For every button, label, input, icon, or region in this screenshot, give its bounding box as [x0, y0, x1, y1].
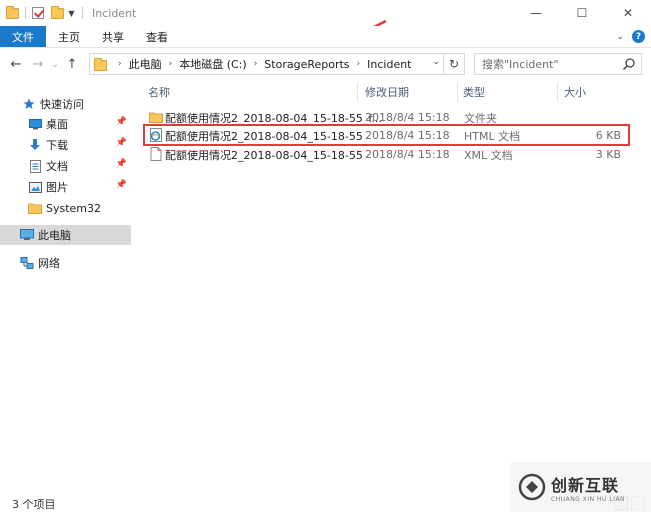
file-size: 3 KB: [595, 148, 621, 161]
sidebar-item-label: 桌面: [46, 118, 68, 131]
watermark: 创新互联 CHUANG XIN HU LIAN: [510, 462, 651, 512]
search-placeholder: 搜索"Incident": [482, 58, 559, 71]
window-title: Incident: [92, 6, 137, 20]
sidebar-item-downloads[interactable]: 下载 📌: [0, 135, 131, 155]
file-row-xml[interactable]: 配额使用情况2_2018-08-04_15-18-55 2018/8/4 15:…: [145, 145, 631, 164]
breadcrumb-separator-icon[interactable]: ›: [357, 59, 361, 69]
address-dropdown-icon[interactable]: ⌄: [432, 57, 440, 67]
breadcrumb-separator-icon[interactable]: ›: [169, 59, 173, 69]
picture-icon: [28, 180, 42, 194]
watermark-text-en: CHUANG XIN HU LIAN: [551, 495, 626, 503]
download-icon: [28, 138, 42, 152]
up-button[interactable]: ↑: [61, 53, 83, 75]
sidebar-item-label: System32: [46, 201, 102, 215]
breadcrumb-local-disk[interactable]: 本地磁盘 (C:): [179, 56, 246, 72]
folder-icon: [28, 201, 42, 215]
column-header-name[interactable]: 名称: [148, 82, 170, 102]
column-header-size[interactable]: 大小: [564, 82, 586, 102]
recent-locations-chevron-icon[interactable]: ⌄: [49, 53, 61, 75]
sidebar-item-label: 快速访问: [40, 98, 84, 111]
breadcrumb-this-pc[interactable]: 此电脑: [129, 56, 162, 72]
toolbar-separator: [82, 7, 83, 19]
sidebar-item-label: 下载: [46, 139, 68, 152]
ribbon-right-controls: ⌄ ?: [616, 30, 645, 43]
folder-icon: [6, 5, 19, 19]
column-separator[interactable]: [357, 82, 358, 102]
expand-ribbon-chevron-icon[interactable]: ⌄: [616, 32, 624, 42]
pin-icon[interactable]: 📌: [116, 159, 127, 169]
document-icon: [28, 159, 42, 173]
tab-home[interactable]: 主页: [46, 26, 91, 47]
customize-toolbar-dropdown-icon[interactable]: ▼: [67, 9, 76, 18]
xml-file-icon: [150, 147, 162, 161]
watermark-text-cn: 创新互联: [551, 475, 620, 495]
sidebar-item-label: 网络: [38, 257, 60, 270]
help-icon[interactable]: ?: [632, 30, 645, 43]
sidebar-item-documents[interactable]: 文档 📌: [0, 156, 131, 176]
sidebar-item-quick-access[interactable]: 快速访问: [0, 94, 131, 114]
file-date: 2018/8/4 15:18: [365, 148, 450, 161]
column-separator[interactable]: [557, 82, 558, 102]
minimize-button[interactable]: —: [513, 0, 559, 26]
refresh-button[interactable]: ↻: [443, 54, 464, 74]
file-type: XML 文档: [464, 148, 513, 162]
sidebar-item-network[interactable]: 网络: [0, 253, 131, 273]
watermark-logo-icon: [518, 473, 546, 501]
quick-access-toolbar: ▼: [0, 5, 86, 19]
sidebar-item-system32[interactable]: System32: [0, 198, 131, 218]
file-date: 2018/8/4 15:18: [365, 111, 450, 124]
sidebar-item-this-pc[interactable]: 此电脑: [0, 225, 131, 245]
window-controls: — ☐ ✕: [513, 0, 651, 26]
properties-icon[interactable]: [32, 7, 44, 19]
maximize-button[interactable]: ☐: [559, 0, 605, 26]
toolbar-separator: [25, 7, 26, 19]
breadcrumb-separator-icon[interactable]: ›: [254, 59, 258, 69]
sidebar-item-pictures[interactable]: 图片 📌: [0, 177, 131, 197]
tab-view[interactable]: 查看: [135, 26, 179, 47]
breadcrumb-storagereports[interactable]: StorageReports: [264, 58, 349, 71]
back-button[interactable]: ←: [5, 53, 27, 75]
item-count: 3 个项目: [12, 497, 56, 511]
star-icon: [22, 97, 36, 111]
folder-icon: [94, 57, 107, 71]
folder-icon: [149, 112, 163, 123]
breadcrumb-incident[interactable]: Incident: [367, 58, 411, 71]
sidebar-item-label: 文档: [46, 160, 68, 173]
column-header-date[interactable]: 修改日期: [365, 82, 409, 102]
file-name: 配额使用情况2_2018-08-04_15-18-55: [165, 148, 363, 162]
column-separator[interactable]: [457, 82, 458, 102]
pin-icon[interactable]: 📌: [116, 138, 127, 148]
sidebar-item-label: 图片: [46, 181, 68, 194]
sidebar-item-desktop[interactable]: 桌面 📌: [0, 114, 131, 134]
computer-icon: [20, 228, 34, 242]
annotation-highlight-box: [143, 124, 630, 146]
navigation-pane: 快速访问 桌面 📌 下载 📌 文档 📌 图片 📌 System32 此电脑 网络: [0, 80, 131, 492]
network-icon: [20, 256, 34, 270]
column-header-type[interactable]: 类型: [463, 82, 485, 102]
address-bar[interactable]: › 此电脑 › 本地磁盘 (C:) › StorageReports › Inc…: [89, 53, 465, 75]
ribbon-tabs: 文件 主页 共享 查看 ⌄ ?: [0, 26, 651, 48]
pin-icon[interactable]: 📌: [116, 180, 127, 190]
forward-button[interactable]: →: [27, 53, 49, 75]
desktop-icon: [28, 117, 42, 131]
close-button[interactable]: ✕: [605, 0, 651, 26]
breadcrumb-separator-icon[interactable]: ›: [118, 59, 122, 69]
navigation-bar: ← → ⌄ ↑ › 此电脑 › 本地磁盘 (C:) › StorageRepor…: [0, 48, 651, 80]
new-folder-icon[interactable]: [51, 5, 64, 19]
search-icon[interactable]: [622, 57, 636, 71]
search-input[interactable]: 搜索"Incident": [474, 53, 642, 75]
tab-share[interactable]: 共享: [91, 26, 135, 47]
sidebar-item-label: 此电脑: [38, 229, 71, 242]
tab-file[interactable]: 文件: [0, 26, 46, 47]
pin-icon[interactable]: 📌: [116, 117, 127, 127]
